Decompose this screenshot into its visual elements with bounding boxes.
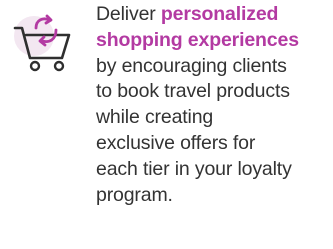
- feature-body-6: program.: [96, 183, 173, 206]
- feature-description: Deliver personalized shopping experience…: [96, 2, 332, 208]
- feature-body-5: each tier in your loyalty: [96, 157, 292, 180]
- feature-body-2: to book travel products: [96, 80, 290, 103]
- feature-card: Deliver personalized shopping experience…: [0, 0, 333, 249]
- feature-highlight-1: personalized: [160, 3, 279, 25]
- feature-body-4: exclusive offers for: [96, 131, 256, 154]
- feature-highlight-2: shopping experiences: [96, 28, 299, 51]
- shopping-cart-refresh-icon: [12, 10, 84, 76]
- feature-line-1: Deliver personalized: [96, 2, 332, 28]
- feature-lead: Deliver: [96, 3, 156, 25]
- feature-body-3: while creating: [96, 106, 214, 129]
- feature-body-1: by encouraging clients: [96, 54, 287, 77]
